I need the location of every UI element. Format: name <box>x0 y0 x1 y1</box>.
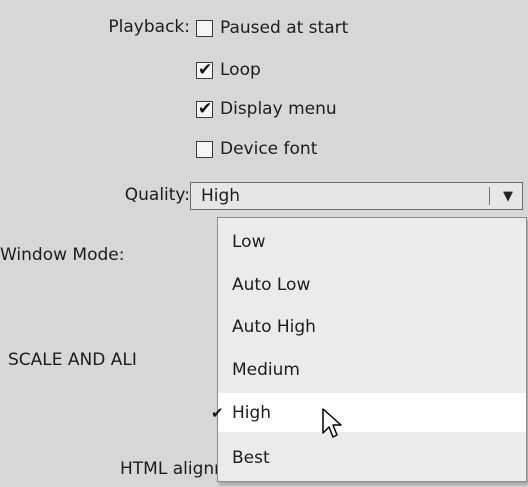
quality-label: Quality: <box>124 185 190 205</box>
quality-select-value[interactable]: High <box>191 186 489 206</box>
dropdown-arrow-icon[interactable]: ▼ <box>498 189 518 204</box>
quality-option-label[interactable]: High <box>232 403 271 423</box>
quality-option-label[interactable]: Best <box>232 448 270 468</box>
quality-option-label[interactable]: Medium <box>232 360 300 380</box>
playback-label: Playback: <box>108 17 190 37</box>
check-icon: ✔ <box>198 59 213 80</box>
paused-at-start-checkbox[interactable] <box>196 19 213 37</box>
mouse-pointer-icon <box>322 408 342 438</box>
check-icon: ✔ <box>211 403 224 422</box>
paused-at-start-option[interactable]: Paused at start <box>196 17 348 39</box>
paused-at-start-label[interactable]: Paused at start <box>220 18 348 38</box>
display-menu-label[interactable]: Display menu <box>220 99 337 119</box>
device-font-checkbox[interactable] <box>196 140 213 158</box>
quality-option-best[interactable]: Best <box>218 438 526 477</box>
quality-option-label[interactable]: Auto High <box>232 317 316 337</box>
display-menu-checkbox[interactable]: ✔ <box>196 98 213 119</box>
display-menu-option[interactable]: ✔ Display menu <box>196 98 337 120</box>
quality-select[interactable]: High ▼ <box>190 182 523 210</box>
quality-option-medium[interactable]: Medium <box>218 350 526 389</box>
quality-option-auto-high[interactable]: Auto High <box>218 307 526 346</box>
check-icon: ✔ <box>198 98 213 119</box>
quality-option-high[interactable]: ✔ High <box>211 393 526 432</box>
device-font-label[interactable]: Device font <box>220 139 317 159</box>
select-divider <box>489 187 490 205</box>
quality-dropdown-menu[interactable]: Low Auto Low Auto High Medium ✔ High Bes… <box>211 217 527 482</box>
device-font-option[interactable]: Device font <box>196 138 317 160</box>
quality-option-label[interactable]: Low <box>232 232 265 252</box>
window-mode-label: Window Mode: <box>0 245 125 265</box>
quality-option-low[interactable]: Low <box>218 222 526 261</box>
publish-settings-panel: Playback: Paused at start ✔ Loop ✔ Displ… <box>0 0 528 487</box>
loop-option[interactable]: ✔ Loop <box>196 59 261 81</box>
loop-label[interactable]: Loop <box>220 60 261 80</box>
quality-option-auto-low[interactable]: Auto Low <box>218 265 526 304</box>
quality-option-label[interactable]: Auto Low <box>232 275 310 295</box>
scale-and-alignment-label: SCALE AND ALI <box>8 350 137 370</box>
loop-checkbox[interactable]: ✔ <box>196 59 213 80</box>
